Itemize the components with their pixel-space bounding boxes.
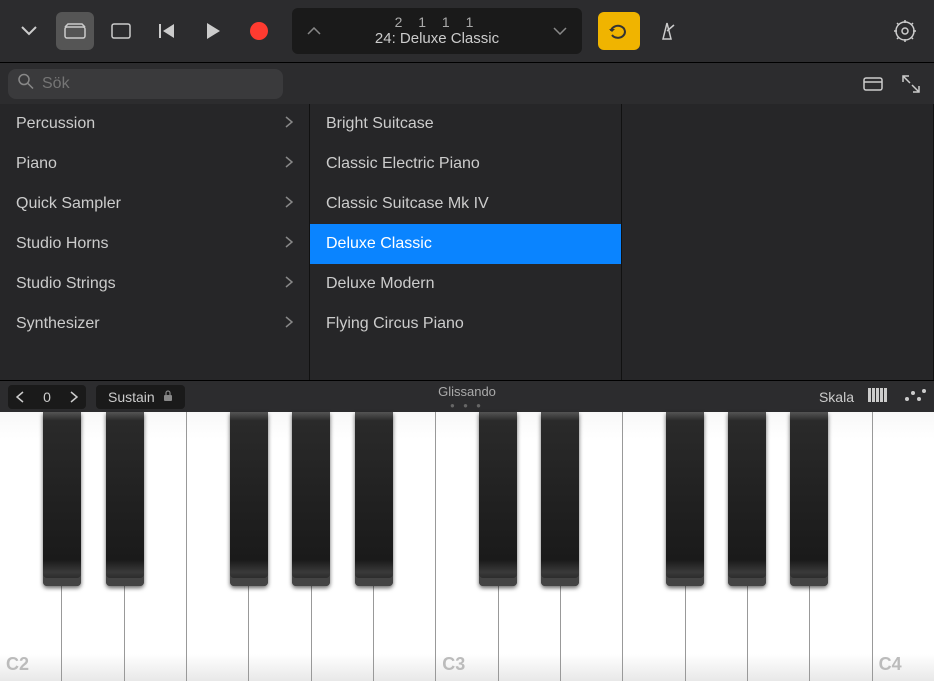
- preset-row[interactable]: Classic Suitcase Mk IV: [310, 184, 621, 224]
- search-bar: [0, 62, 934, 104]
- keyboard-controls: 0 Sustain Glissando ● ● ● Skala: [0, 380, 934, 412]
- library-button[interactable]: [56, 12, 94, 50]
- panel-button[interactable]: [858, 65, 888, 103]
- sustain-button[interactable]: Sustain: [96, 385, 185, 409]
- preset-label: Flying Circus Piano: [326, 315, 464, 333]
- keyboard-width-button[interactable]: [868, 388, 890, 405]
- lcd-display: 2 1 1 1 24: Deluxe Classic: [292, 8, 582, 54]
- black-key[interactable]: [479, 412, 517, 586]
- piano-keyboard: C2 C3 C4: [0, 412, 934, 681]
- rewind-button[interactable]: [148, 12, 186, 50]
- chevron-right-icon: [285, 195, 293, 213]
- preset-column: Bright Suitcase Classic Electric Piano Cla…: [310, 104, 622, 380]
- category-label: Quick Sampler: [16, 195, 121, 213]
- preset-label: Classic Electric Piano: [326, 155, 480, 173]
- category-column: Percussion Piano Quick Sampler Studio Horns…: [0, 104, 310, 380]
- lock-icon: [163, 389, 173, 405]
- preset-label: Bright Suitcase: [326, 115, 434, 133]
- category-label: Synthesizer: [16, 315, 100, 333]
- chevron-right-icon: [285, 155, 293, 173]
- black-key[interactable]: [230, 412, 268, 586]
- preset-label: Classic Suitcase Mk IV: [326, 195, 489, 213]
- preset-row[interactable]: Deluxe Classic: [310, 224, 621, 264]
- sound-browser: Percussion Piano Quick Sampler Studio Horns…: [0, 104, 934, 380]
- top-toolbar: 2 1 1 1 24: Deluxe Classic: [0, 0, 934, 62]
- detail-column: [622, 104, 934, 380]
- octave-down-button[interactable]: [8, 385, 32, 409]
- cycle-button[interactable]: [598, 12, 640, 50]
- preset-row[interactable]: Flying Circus Piano: [310, 304, 621, 344]
- prev-patch-button[interactable]: [302, 12, 326, 50]
- black-key[interactable]: [106, 412, 144, 586]
- category-label: Studio Strings: [16, 275, 116, 293]
- search-wrap: [8, 69, 850, 99]
- category-row[interactable]: Studio Horns: [0, 224, 309, 264]
- key-label: C2: [6, 654, 29, 675]
- preset-row[interactable]: Bright Suitcase: [310, 104, 621, 144]
- category-label: Piano: [16, 155, 57, 173]
- white-key[interactable]: C4: [873, 412, 934, 681]
- black-key[interactable]: [666, 412, 704, 586]
- arpeggiator-button[interactable]: [904, 388, 926, 405]
- octave-up-button[interactable]: [62, 385, 86, 409]
- page-dots: ● ● ●: [438, 401, 496, 410]
- black-key[interactable]: [790, 412, 828, 586]
- category-row[interactable]: Synthesizer: [0, 304, 309, 344]
- black-key[interactable]: [541, 412, 579, 586]
- chevron-right-icon: [285, 315, 293, 333]
- octave-selector: 0: [8, 385, 86, 409]
- metronome-button[interactable]: [648, 12, 686, 50]
- search-input[interactable]: [8, 69, 283, 99]
- view-button[interactable]: [102, 12, 140, 50]
- octave-value: 0: [32, 389, 62, 405]
- category-row[interactable]: Quick Sampler: [0, 184, 309, 224]
- category-row[interactable]: Piano: [0, 144, 309, 184]
- black-key[interactable]: [292, 412, 330, 586]
- expand-button[interactable]: [896, 65, 926, 103]
- right-controls: Skala: [819, 388, 926, 405]
- preset-label: Deluxe Classic: [326, 235, 432, 253]
- settings-button[interactable]: [886, 12, 924, 50]
- category-row[interactable]: Studio Strings: [0, 264, 309, 304]
- chevron-right-icon: [285, 115, 293, 133]
- key-label: C4: [879, 654, 902, 675]
- play-mode-label: Glissando: [438, 384, 496, 399]
- display-counter: 2 1 1 1: [326, 14, 548, 31]
- preset-label: Deluxe Modern: [326, 275, 435, 293]
- black-key[interactable]: [43, 412, 81, 586]
- black-key[interactable]: [728, 412, 766, 586]
- chevron-right-icon: [285, 235, 293, 253]
- category-label: Studio Horns: [16, 235, 109, 253]
- play-mode[interactable]: Glissando ● ● ●: [438, 384, 496, 410]
- play-button[interactable]: [194, 12, 232, 50]
- dropdown-button[interactable]: [10, 12, 48, 50]
- black-key[interactable]: [355, 412, 393, 586]
- record-button[interactable]: [240, 12, 278, 50]
- search-icon: [18, 73, 34, 94]
- sustain-label: Sustain: [108, 389, 155, 405]
- key-label: C3: [442, 654, 465, 675]
- display-patch: 24: Deluxe Classic: [326, 30, 548, 48]
- preset-row[interactable]: Deluxe Modern: [310, 264, 621, 304]
- display-text: 2 1 1 1 24: Deluxe Classic: [326, 14, 548, 49]
- next-patch-button[interactable]: [548, 12, 572, 50]
- scale-button[interactable]: Skala: [819, 389, 854, 405]
- preset-row[interactable]: Classic Electric Piano: [310, 144, 621, 184]
- chevron-right-icon: [285, 275, 293, 293]
- category-row[interactable]: Percussion: [0, 104, 309, 144]
- category-label: Percussion: [16, 115, 95, 133]
